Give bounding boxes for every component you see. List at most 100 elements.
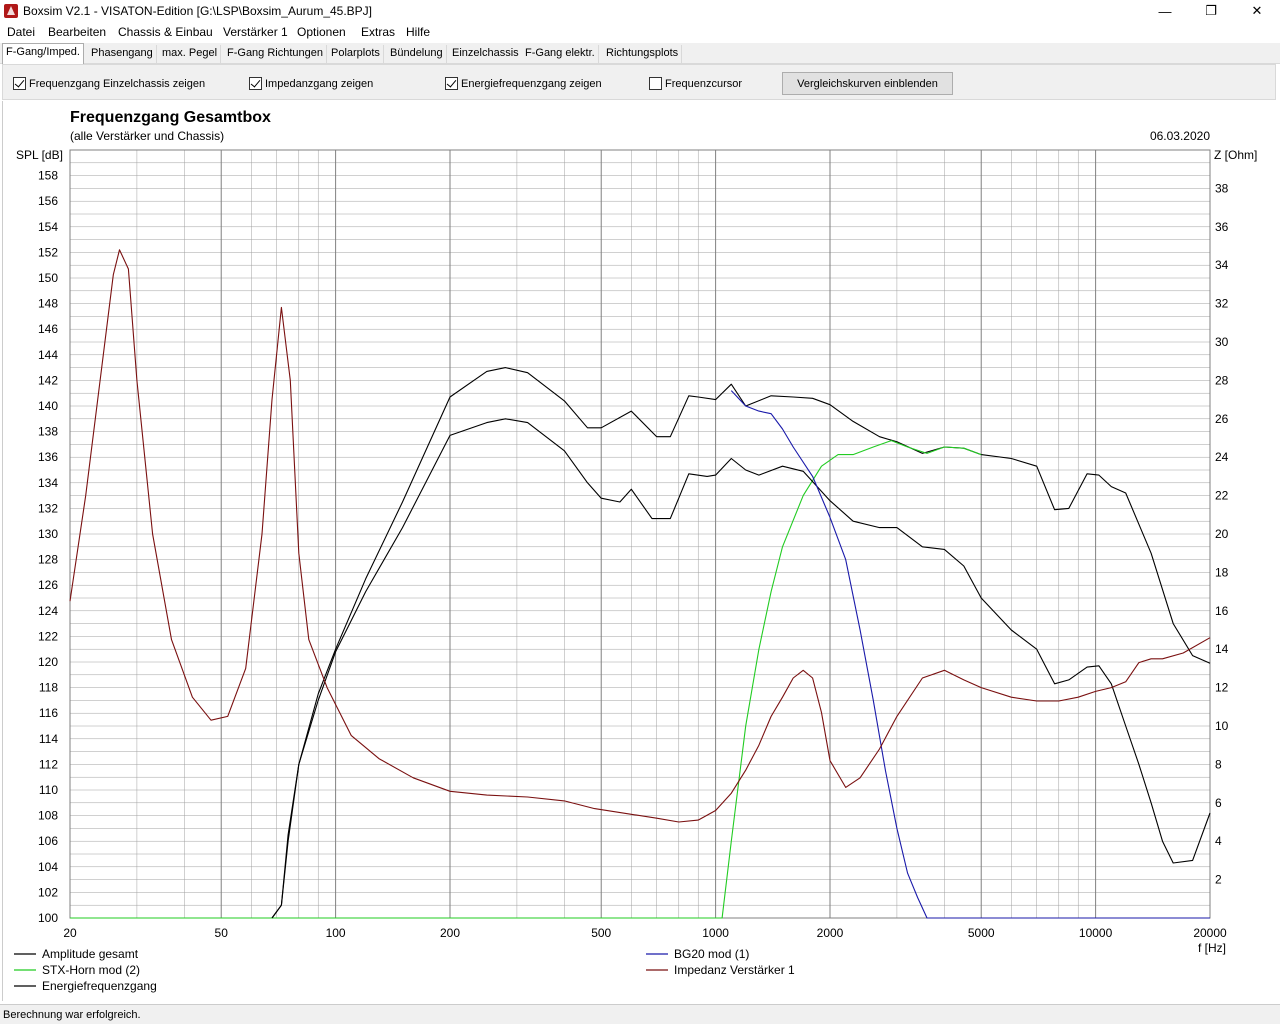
tab-max-pegel[interactable]: max. Pegel	[159, 45, 222, 63]
y-tick-label: 104	[38, 860, 58, 874]
tab-richtungsplots[interactable]: Richtungsplots	[603, 45, 683, 63]
y-tick-label: 134	[38, 476, 58, 490]
einzelchassis-checkbox[interactable]	[13, 77, 26, 90]
y2-tick-label: 26	[1215, 412, 1229, 426]
x-tick-label: 200	[440, 926, 460, 940]
y-tick-label: 106	[38, 834, 58, 848]
y2-tick-label: 24	[1215, 450, 1229, 464]
maximize-button[interactable]: ❐	[1188, 0, 1234, 22]
energie-option[interactable]: Energiefrequenzgang zeigen	[445, 77, 602, 90]
y-tick-label: 144	[38, 348, 58, 362]
chart-title: Frequenzgang Gesamtbox	[70, 109, 271, 126]
menu-extras[interactable]: Extras	[361, 25, 395, 39]
y-tick-label: 154	[38, 220, 58, 234]
y-tick-label: 132	[38, 501, 58, 515]
menu-bearbeiten[interactable]: Bearbeiten	[48, 25, 106, 39]
cursor-label: Frequenzcursor	[665, 77, 743, 90]
tab-f-gang-richtungen[interactable]: F-Gang Richtungen	[224, 45, 327, 63]
compare-curves-button[interactable]: Vergleichskurven einblenden	[782, 72, 953, 95]
y-tick-label: 142	[38, 373, 58, 387]
y-tick-label: 122	[38, 629, 58, 643]
y-tick-label: 124	[38, 604, 58, 618]
y2-tick-label: 18	[1215, 565, 1229, 579]
y-tick-label: 150	[38, 271, 58, 285]
y-tick-label: 130	[38, 527, 58, 541]
x-tick-label: 50	[215, 926, 229, 940]
y-tick-label: 158	[38, 169, 58, 183]
y-tick-label: 140	[38, 399, 58, 413]
tab-polarplots[interactable]: Polarplots	[328, 45, 384, 63]
y-tick-label: 118	[39, 681, 58, 695]
einzelchassis-option[interactable]: Frequenzgang Einzelchassis zeigen	[13, 77, 205, 90]
y-tick-label: 120	[38, 655, 58, 669]
tab-buendelung[interactable]: Bündelung	[387, 45, 447, 63]
x-tick-label: 100	[326, 926, 346, 940]
impedanz-label: Impedanzgang zeigen	[265, 77, 374, 90]
energie-checkbox[interactable]	[445, 77, 458, 90]
y2-tick-label: 2	[1215, 873, 1222, 887]
chart-date: 06.03.2020	[1150, 129, 1210, 143]
einzelchassis-label: Frequenzgang Einzelchassis zeigen	[29, 77, 206, 90]
x-tick-label: 20	[63, 926, 77, 940]
tab-f-gang-imped[interactable]: F-Gang/Imped.	[2, 43, 84, 64]
menu-bar: Datei Bearbeiten Chassis & Einbau Verstä…	[0, 22, 1280, 42]
frequency-response-chart: 1001021041061081101121141161181201221241…	[14, 109, 1257, 993]
impedanz-checkbox[interactable]	[249, 77, 262, 90]
y-tick-label: 108	[38, 809, 58, 823]
menu-chassis-einbau[interactable]: Chassis & Einbau	[118, 25, 213, 39]
cursor-option[interactable]: Frequenzcursor	[649, 77, 742, 90]
y2-tick-label: 38	[1215, 181, 1229, 195]
menu-hilfe[interactable]: Hilfe	[406, 25, 430, 39]
y2-tick-label: 28	[1215, 373, 1229, 387]
series-line-4	[69, 249, 1211, 823]
y-tick-label: 128	[38, 553, 58, 567]
options-bar: Frequenzgang Einzelchassis zeigen Impeda…	[2, 64, 1276, 100]
y-tick-label: 152	[38, 245, 58, 259]
series-line-0	[271, 367, 1211, 919]
chart-subtitle: (alle Verstärker und Chassis)	[70, 129, 224, 143]
tab-bar: F-Gang/Imped. Phasengang max. Pegel F-Ga…	[0, 43, 1280, 64]
tab-einzelchassis[interactable]: Einzelchassis	[449, 45, 523, 63]
impedanz-option[interactable]: Impedanzgang zeigen	[249, 77, 373, 90]
minimize-icon: —	[1158, 3, 1172, 19]
window-title: Boxsim V2.1 - VISATON-Edition [G:\LSP\Bo…	[23, 4, 373, 18]
menu-verstaerker[interactable]: Verstärker 1	[223, 25, 288, 39]
y2-tick-label: 20	[1215, 527, 1229, 541]
cursor-checkbox[interactable]	[649, 77, 662, 90]
y2-tick-label: 34	[1215, 258, 1229, 272]
y2-tick-label: 22	[1215, 489, 1229, 503]
y2-tick-label: 30	[1215, 335, 1229, 349]
y2-tick-label: 4	[1215, 834, 1222, 848]
x-tick-label: 10000	[1079, 926, 1113, 940]
legend: Amplitude gesamt STX-Horn mod (2) Energief…	[14, 947, 795, 993]
close-icon: ✕	[1251, 3, 1263, 18]
title-bar: Boxsim V2.1 - VISATON-Edition [G:\LSP\Bo…	[0, 0, 1280, 22]
y-tick-label: 136	[38, 450, 58, 464]
y-tick-label: 156	[38, 194, 58, 208]
y2-tick-label: 8	[1215, 757, 1222, 771]
close-button[interactable]: ✕	[1234, 0, 1280, 22]
y-tick-label: 102	[38, 885, 58, 899]
x-tick-label: 2000	[817, 926, 844, 940]
y-tick-label: 110	[39, 783, 58, 797]
restore-icon: ❐	[1205, 3, 1217, 18]
tab-phasengang[interactable]: Phasengang	[88, 45, 157, 63]
menu-datei[interactable]: Datei	[7, 25, 35, 39]
y-tick-label: 100	[38, 911, 58, 925]
x-tick-label: 500	[591, 926, 611, 940]
y-tick-label: 126	[38, 578, 58, 592]
energie-label: Energiefrequenzgang zeigen	[461, 77, 602, 90]
y-tick-label: 116	[39, 706, 58, 720]
y2-tick-label: 14	[1215, 642, 1229, 656]
y-tick-label: 138	[38, 425, 58, 439]
legend-label: Amplitude gesamt	[42, 947, 139, 961]
y2-tick-label: 32	[1215, 297, 1229, 311]
x-tick-label: 5000	[968, 926, 995, 940]
status-bar: Berechnung war erfolgreich.	[0, 1004, 1280, 1024]
menu-optionen[interactable]: Optionen	[297, 25, 346, 39]
y-tick-label: 114	[39, 732, 58, 746]
minimize-button[interactable]: —	[1142, 0, 1188, 22]
legend-label: Impedanz Verstärker 1	[674, 963, 795, 977]
series-line-1	[70, 440, 982, 919]
tab-f-gang-elektr[interactable]: F-Gang elektr.	[522, 45, 599, 63]
